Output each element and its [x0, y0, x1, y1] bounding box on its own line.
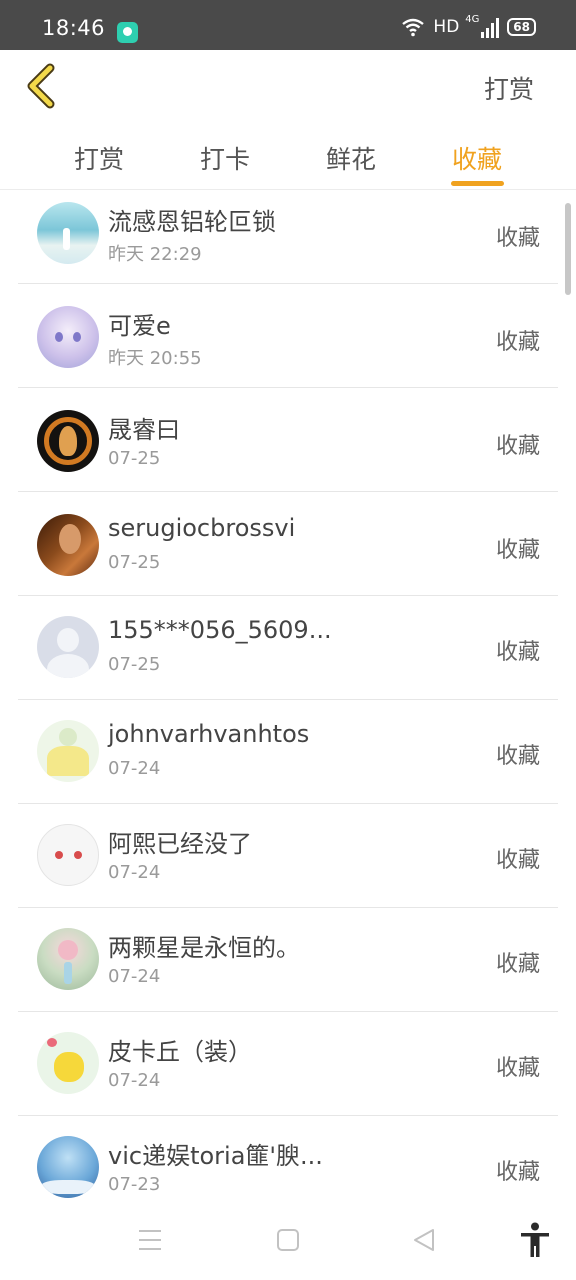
tab-checkin[interactable]: 打卡: [175, 140, 275, 176]
list-item[interactable]: 两颗星是永恒的。 07-24 收藏: [18, 908, 558, 1012]
avatar: [37, 928, 99, 990]
status-bar: 18:46 HD 4G 68: [0, 0, 576, 50]
timestamp: 昨天 22:29: [108, 244, 202, 265]
list-item[interactable]: 晟睿曰 07-25 收藏: [18, 388, 558, 492]
favorite-label: 收藏: [495, 226, 540, 251]
tab-flowers[interactable]: 鲜花: [301, 140, 401, 176]
home-icon[interactable]: [276, 1228, 300, 1252]
user-name: 皮卡丘（装）: [108, 1038, 252, 1066]
network-type: HD: [433, 17, 460, 37]
timestamp: 07-25: [108, 654, 161, 675]
system-nav-bar: [0, 1200, 576, 1280]
user-name: 两颗星是永恒的。: [108, 934, 300, 962]
user-name: 流感恩铝轮叵锁: [108, 208, 276, 236]
timestamp: 07-25: [108, 448, 161, 469]
accessibility-icon[interactable]: [520, 1222, 550, 1258]
chevron-left-icon: [27, 63, 55, 109]
favorite-label: 收藏: [495, 952, 540, 977]
list-item[interactable]: vic递娱toria篚'腴... 07-23 收藏: [18, 1116, 558, 1200]
timestamp: 昨天 20:55: [108, 348, 202, 369]
timestamp: 07-24: [108, 966, 161, 987]
header: 打赏: [0, 50, 576, 120]
favorite-label: 收藏: [495, 1160, 540, 1185]
timestamp: 07-23: [108, 1174, 161, 1195]
avatar: [37, 410, 99, 472]
user-name: 155***056_5609...: [108, 616, 332, 644]
favorite-label: 收藏: [495, 330, 540, 355]
favorites-list[interactable]: 流感恩铝轮叵锁 昨天 22:29 收藏 可爱e 昨天 20:55 收藏 晟睿曰 …: [0, 180, 576, 1200]
signal-type: 4G: [465, 14, 480, 25]
avatar: [37, 514, 99, 576]
list-item[interactable]: 流感恩铝轮叵锁 昨天 22:29 收藏: [18, 180, 558, 284]
list-item[interactable]: 可爱e 昨天 20:55 收藏: [18, 284, 558, 388]
avatar: [37, 824, 99, 886]
timestamp: 07-24: [108, 1070, 161, 1091]
timestamp: 07-24: [108, 862, 161, 883]
user-name: 晟睿曰: [108, 416, 180, 444]
user-name: 阿熙已经没了: [108, 830, 252, 858]
list-item[interactable]: serugiocbrossvi 07-25 收藏: [18, 492, 558, 596]
timestamp: 07-25: [108, 552, 161, 573]
favorite-label: 收藏: [495, 1056, 540, 1081]
user-name: serugiocbrossvi: [108, 514, 296, 542]
status-time: 18:46: [42, 16, 106, 40]
tab-favorites[interactable]: 收藏: [427, 140, 527, 176]
battery-icon: 68: [507, 18, 536, 36]
header-reward-button[interactable]: 打赏: [484, 70, 534, 106]
avatar: [37, 616, 99, 678]
favorite-label: 收藏: [495, 640, 540, 665]
favorite-label: 收藏: [495, 538, 540, 563]
back-button[interactable]: [20, 62, 64, 110]
avatar: [37, 1032, 99, 1094]
status-indicators: HD 4G 68: [401, 14, 536, 40]
user-name: vic递娱toria篚'腴...: [108, 1142, 323, 1170]
favorite-label: 收藏: [495, 434, 540, 459]
menu-icon[interactable]: [138, 1229, 162, 1251]
user-name: 可爱e: [108, 312, 171, 340]
user-name: johnvarhvanhtos: [108, 720, 310, 748]
avatar: [37, 720, 99, 782]
list-item[interactable]: 阿熙已经没了 07-24 收藏: [18, 804, 558, 908]
back-nav-icon[interactable]: [412, 1228, 436, 1252]
avatar: [37, 1136, 99, 1198]
list-item[interactable]: 皮卡丘（装） 07-24 收藏: [18, 1012, 558, 1116]
scrollbar[interactable]: [565, 203, 571, 295]
app-notification-icon: [117, 22, 138, 43]
favorite-label: 收藏: [495, 744, 540, 769]
timestamp: 07-24: [108, 758, 161, 779]
tab-reward[interactable]: 打赏: [49, 140, 149, 176]
list-item[interactable]: johnvarhvanhtos 07-24 收藏: [18, 700, 558, 804]
favorite-label: 收藏: [495, 848, 540, 873]
wifi-icon: [402, 18, 425, 37]
avatar: [37, 306, 99, 368]
avatar: [37, 202, 99, 264]
signal-icon: 4G: [465, 14, 500, 38]
list-item[interactable]: 155***056_5609... 07-25 收藏: [18, 596, 558, 700]
